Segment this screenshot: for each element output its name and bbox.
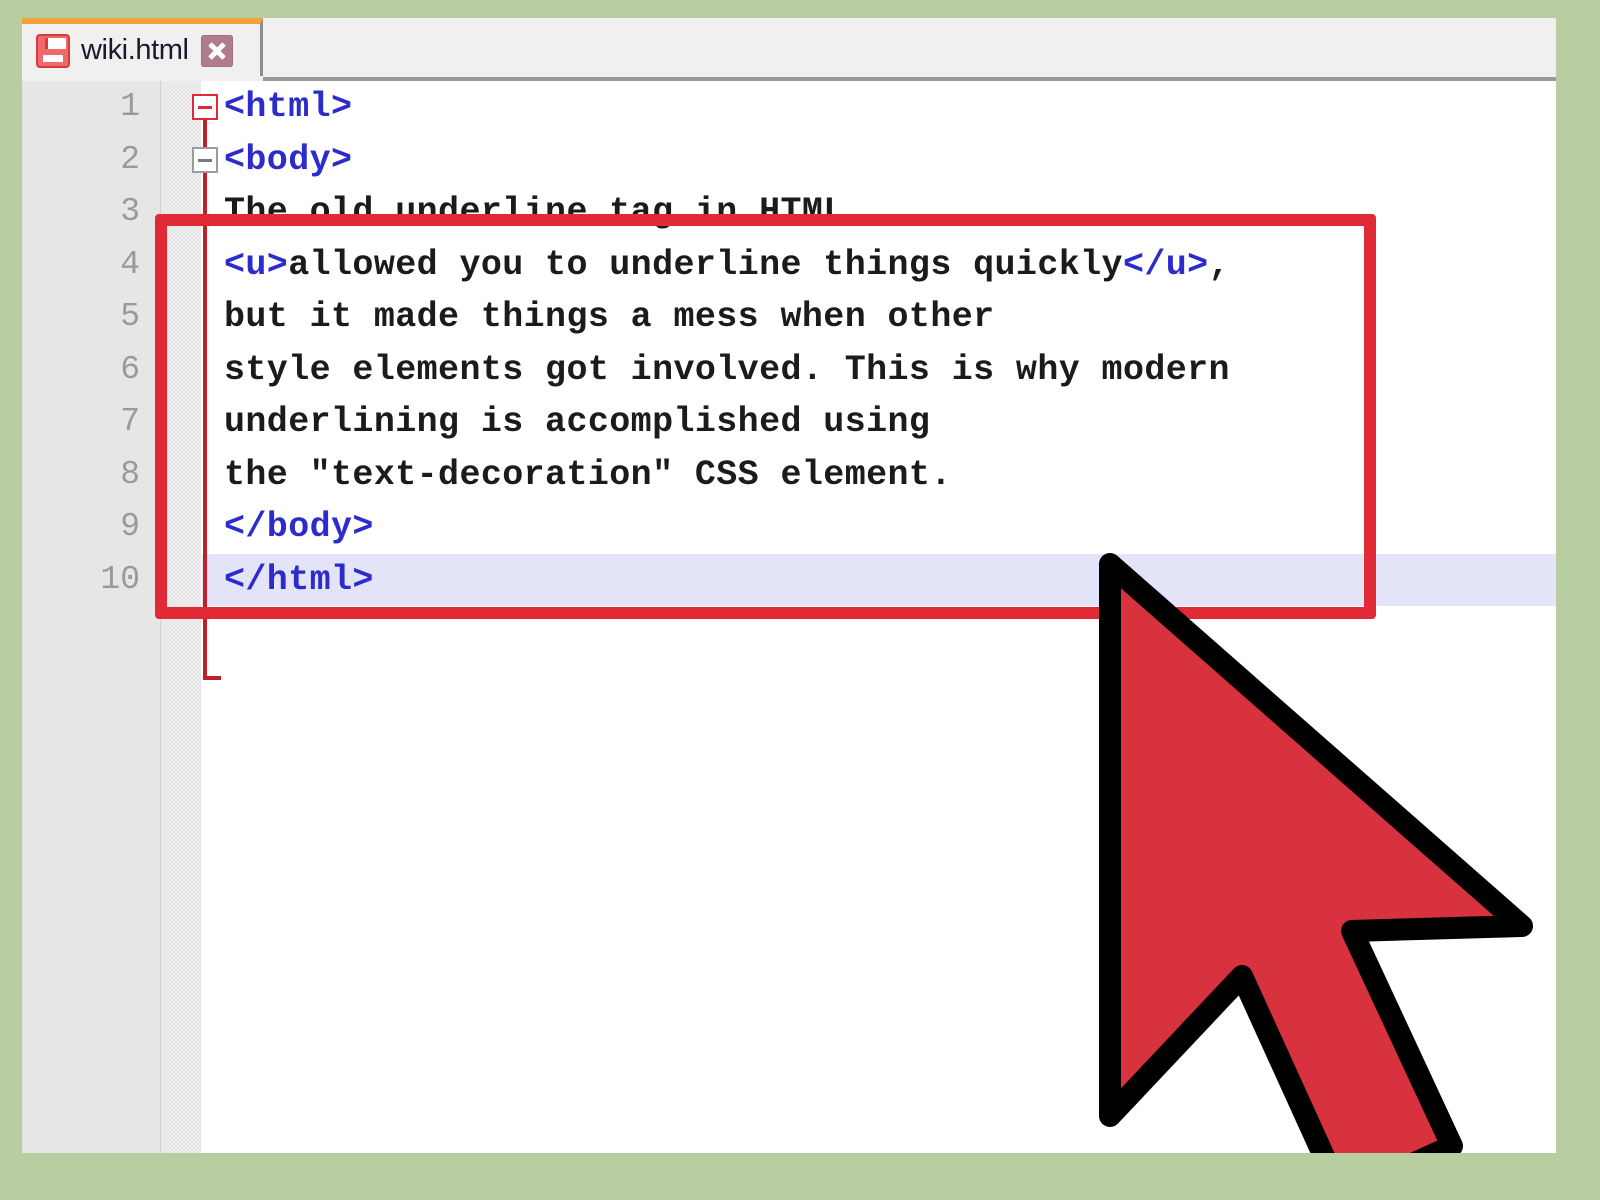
- line-number: 4: [120, 245, 140, 283]
- code-line-6[interactable]: 6 style elements got involved. This is wh…: [22, 344, 1556, 397]
- tab-title: wiki.html: [81, 34, 189, 66]
- application-window: wiki.html 1 <html> 2 <body> 3 The old underli…: [22, 18, 1556, 1153]
- close-icon[interactable]: [200, 34, 233, 67]
- code-line-10[interactable]: 10 </html>: [22, 553, 1556, 607]
- line-number: 9: [120, 508, 140, 545]
- current-line-highlight: [202, 553, 1556, 606]
- code-line-1[interactable]: 1 <html>: [22, 81, 1556, 134]
- code-line-7[interactable]: 7 underlining is accomplished using: [22, 396, 1556, 449]
- html-tag: </body>: [224, 507, 374, 547]
- code-text: but it made things a mess when other: [224, 291, 995, 344]
- plain-text: The old underline tag in HTML: [224, 192, 845, 232]
- fold-line-html-elbow: [203, 676, 221, 680]
- line-number: 8: [120, 455, 140, 493]
- code-text: the "text-decoration" CSS element.: [224, 449, 952, 502]
- plain-text: style elements got involved. This is why…: [224, 349, 1230, 390]
- tab-bar: wiki.html: [22, 18, 1556, 81]
- code-editor[interactable]: 1 <html> 2 <body> 3 The old underline tag in …: [22, 81, 1556, 1153]
- code-line-2[interactable]: 2 <body>: [22, 134, 1556, 187]
- code-text: <body>: [224, 134, 352, 187]
- plain-text: the "text-decoration" CSS element.: [224, 454, 952, 495]
- line-number: 1: [120, 88, 140, 125]
- code-text: style elements got involved. This is why…: [224, 344, 1230, 397]
- code-line-8[interactable]: 8 the "text-decoration" CSS element.: [22, 449, 1556, 502]
- fold-toggle-line-1[interactable]: [192, 94, 218, 120]
- code-text: underlining is accomplished using: [224, 396, 930, 449]
- code-text: <html>: [224, 81, 352, 134]
- code-lines: 1 <html> 2 <body> 3 The old underline tag in …: [22, 81, 1556, 606]
- html-tag: <html>: [224, 87, 353, 127]
- code-text: The old underline tag in HTML: [224, 186, 845, 239]
- plain-text: allowed you to underline things quickly: [288, 244, 1123, 285]
- code-text: </html>: [224, 554, 374, 607]
- html-tag: </u>: [1122, 244, 1209, 285]
- line-number: 7: [120, 403, 140, 440]
- line-number: 6: [120, 350, 140, 388]
- html-tag: <u>: [224, 244, 289, 285]
- code-line-3[interactable]: 3 The old underline tag in HTML: [22, 186, 1556, 239]
- fold-toggle-line-2[interactable]: [192, 146, 218, 173]
- fold-line-body-vertical: [203, 173, 207, 628]
- line-number: 5: [120, 298, 140, 335]
- code-line-9[interactable]: 9 </body>: [22, 501, 1556, 554]
- line-number: 3: [120, 193, 140, 230]
- tab-wiki-html[interactable]: wiki.html: [22, 18, 263, 81]
- outer-green-frame: wiki.html 1 <html> 2 <body> 3 The old underli…: [0, 0, 1600, 1200]
- line-number: 2: [120, 140, 140, 178]
- floppy-save-icon: [36, 33, 70, 68]
- plain-text: but it made things a mess when other: [224, 297, 995, 337]
- plain-text: underlining is accomplished using: [224, 402, 931, 442]
- code-text: <u>allowed you to underline things quick…: [224, 239, 1230, 292]
- code-line-5[interactable]: 5 but it made things a mess when other: [22, 291, 1556, 344]
- html-tag: </html>: [224, 559, 374, 600]
- plain-text: ,: [1208, 244, 1230, 285]
- code-text: </body>: [224, 501, 374, 554]
- code-line-4[interactable]: 4 <u>allowed you to underline things quic…: [22, 239, 1556, 292]
- html-tag: <body>: [224, 139, 353, 180]
- mouse-pointer-arrow: [1099, 553, 1533, 1153]
- line-number: 10: [100, 560, 140, 598]
